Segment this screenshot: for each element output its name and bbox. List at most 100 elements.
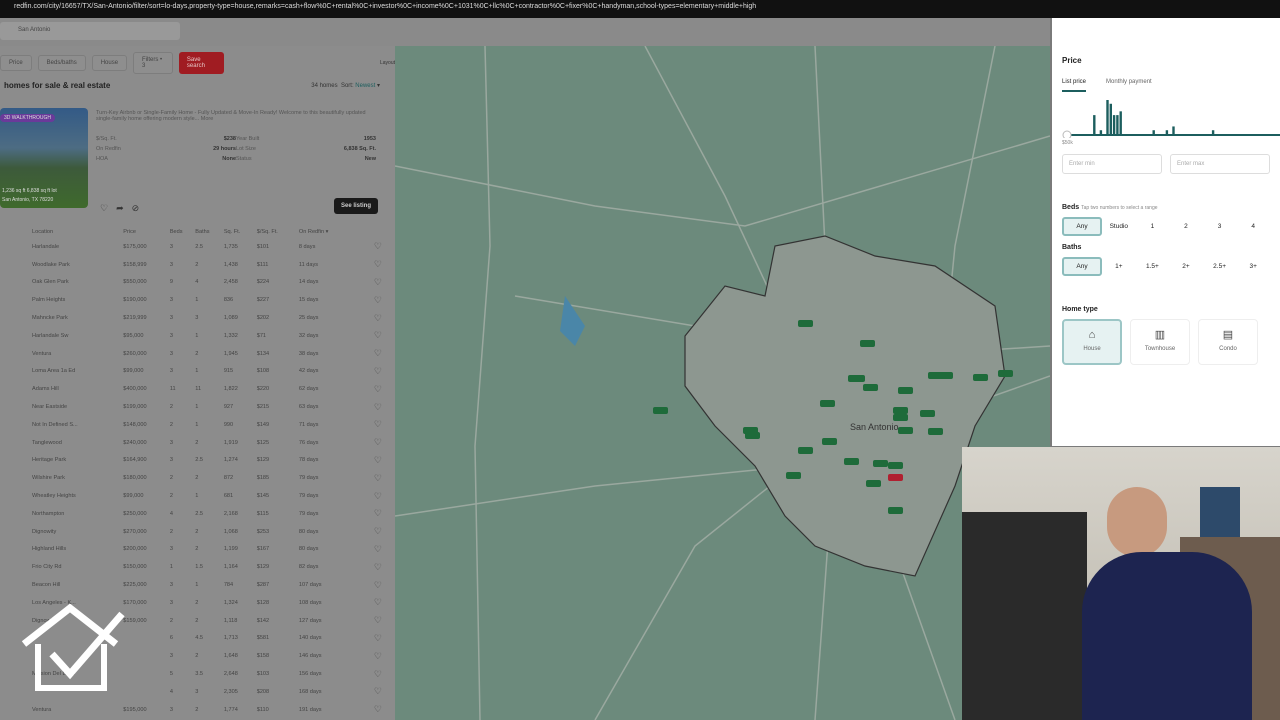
baths-option[interactable]: Any [1062,257,1102,276]
beds-option[interactable]: 2 [1169,223,1203,230]
map-marker[interactable] [973,374,988,381]
map-canvas[interactable]: San Antonio [395,46,1050,720]
column-header[interactable]: Sq. Ft. [224,226,257,238]
favorite-icon[interactable]: ♡ [358,647,390,665]
table-row[interactable]: Oak Glen Park $550,000 9 4 2,458 $224 14 days ♡ [0,274,390,292]
table-row[interactable]: Woodlake Park $158,999 3 2 1,438 $111 11 days ♡ [0,256,390,274]
map-marker[interactable] [888,462,903,469]
price-max-input[interactable]: Enter max [1170,154,1270,174]
favorite-icon[interactable]: ♡ [358,452,390,470]
price-slider-track[interactable] [1066,134,1280,136]
table-row[interactable]: Mahncke Park $219,999 3 3 1,089 $202 25 days ♡ [0,309,390,327]
column-header[interactable]: Baths [195,226,224,238]
map-marker[interactable] [798,447,813,454]
table-row[interactable]: Dignowity $270,000 2 2 1,068 $253 80 days ♡ [0,523,390,541]
price-slider-handle[interactable] [1062,130,1072,140]
column-header[interactable]: On Redfin ▾ [299,226,358,238]
map-marker[interactable] [920,410,935,417]
favorite-icon[interactable]: ♡ [358,238,390,256]
map-marker[interactable] [893,407,908,414]
table-row[interactable]: Wilshire Park $180,000 2 2 872 $185 79 days ♡ [0,469,390,487]
table-row[interactable]: Ventura $260,000 3 2 1,945 $134 38 days ♡ [0,345,390,363]
favorite-icon[interactable]: ♡ [358,327,390,345]
map-marker[interactable] [928,428,943,435]
baths-option[interactable]: 1.5+ [1136,263,1170,270]
favorite-icon[interactable]: ♡ [358,523,390,541]
favorite-icon[interactable]: ♡ [358,630,390,648]
map-marker[interactable] [820,400,835,407]
sort-dropdown[interactable]: Newest [355,83,375,89]
map-marker[interactable] [928,372,943,379]
filters-button[interactable]: Filters • 3 [133,52,173,74]
favorite-icon[interactable]: ♡ [358,363,390,381]
favorite-icon[interactable]: ♡ [358,541,390,559]
table-row[interactable]: Harlandale $175,000 3 2.5 1,735 $101 8 days ♡ [0,238,390,256]
favorite-icon[interactable]: ♡ [358,274,390,292]
table-row[interactable]: Wheatley Heights $99,000 2 1 681 $145 79 days ♡ [0,487,390,505]
save-search-button[interactable]: Save search [178,52,224,74]
home-type-option[interactable]: ⌂ House [1062,319,1122,365]
favorite-icon[interactable]: ♡ [358,594,390,612]
beds-option[interactable]: 4 [1236,223,1270,230]
map-marker[interactable] [898,387,913,394]
table-row[interactable]: Beacon Hill $225,000 3 1 784 $287 107 days ♡ [0,576,390,594]
column-header[interactable]: $/Sq. Ft. [257,226,299,238]
table-row[interactable]: Highland Hills $200,000 3 2 1,199 $167 80 days… [0,541,390,559]
favorite-icon[interactable]: ♡ [358,345,390,363]
favorite-icon[interactable]: ♡ [358,256,390,274]
table-row[interactable]: Palm Heights $190,000 3 1 836 $227 15 days ♡ [0,291,390,309]
table-row[interactable]: Adams Hill $400,000 11 11 1,822 $220 62 days ♡ [0,380,390,398]
map-marker[interactable] [848,375,863,382]
favorite-icon[interactable]: ♡ [358,398,390,416]
map-marker[interactable] [860,340,875,347]
address-bar[interactable]: redfin.com/city/16657/TX/San-Antonio/fil… [0,0,1280,18]
map-marker[interactable] [888,507,903,514]
favorite-icon[interactable]: ♡ [358,612,390,630]
home-type-option[interactable]: ▤ Condo [1198,319,1258,365]
table-row[interactable]: Ventura $195,000 3 2 1,774 $110 191 days ♡ [0,701,390,719]
map-marker[interactable] [998,370,1013,377]
price-filter[interactable]: Price [0,55,32,71]
table-row[interactable]: Frio City Rd $150,000 1 1.5 1,164 $129 82 days… [0,558,390,576]
map-marker[interactable] [822,438,837,445]
price-min-input[interactable]: Enter min [1062,154,1162,174]
map-marker[interactable] [863,384,878,391]
map-marker[interactable] [786,472,801,479]
beds-option[interactable]: Any [1062,217,1102,236]
favorite-icon[interactable]: ♡ [358,434,390,452]
table-row[interactable]: Loma Area 1a Ed $99,000 3 1 915 $108 42 days ♡ [0,363,390,381]
listing-photo[interactable]: 3D WALKTHROUGH 1,236 sq ft 6,838 sq ft l… [0,108,88,208]
favorite-icon[interactable]: ♡ [358,558,390,576]
map-marker[interactable] [893,414,908,421]
column-header[interactable]: Price [123,226,170,238]
map-marker[interactable] [745,432,760,439]
see-listing-button[interactable]: See listing [333,198,378,214]
favorite-icon[interactable]: ♡ [358,380,390,398]
map-marker[interactable] [898,427,913,434]
house-filter[interactable]: House [91,55,128,71]
table-row[interactable]: Not In Defined S... $148,000 2 1 990 $149 71 d… [0,416,390,434]
favorite-icon[interactable]: ♡ [358,576,390,594]
table-row[interactable]: Harlandale Sw $95,000 3 1 1,332 $71 32 days ♡ [0,327,390,345]
home-type-option[interactable]: ▥ Townhouse [1130,319,1190,365]
map-marker[interactable] [873,460,888,467]
favorite-icon[interactable]: ♡ [358,469,390,487]
beds-option[interactable]: Studio [1102,223,1136,230]
beds-baths-filter[interactable]: Beds/baths [37,55,86,71]
map-marker[interactable] [844,458,859,465]
baths-option[interactable]: 2+ [1169,263,1203,270]
favorite-icon[interactable]: ♡ [358,309,390,327]
beds-option[interactable]: 1 [1136,223,1170,230]
map-marker[interactable] [866,480,881,487]
favorite-icon[interactable]: ♡ [358,505,390,523]
layout-button[interactable]: Layout [380,60,395,66]
tab-monthly-payment[interactable]: Monthly payment [1106,79,1152,92]
favorite-icon[interactable]: ♡ [358,701,390,719]
map[interactable]: San Antonio [395,46,1050,720]
hide-icon[interactable]: ⊘ [132,203,140,214]
search-input[interactable]: San Antonio [0,22,180,40]
map-marker[interactable] [798,320,813,327]
favorite-icon[interactable]: ♡ [358,487,390,505]
map-marker[interactable] [653,407,668,414]
share-icon[interactable]: ➦ [116,203,124,214]
